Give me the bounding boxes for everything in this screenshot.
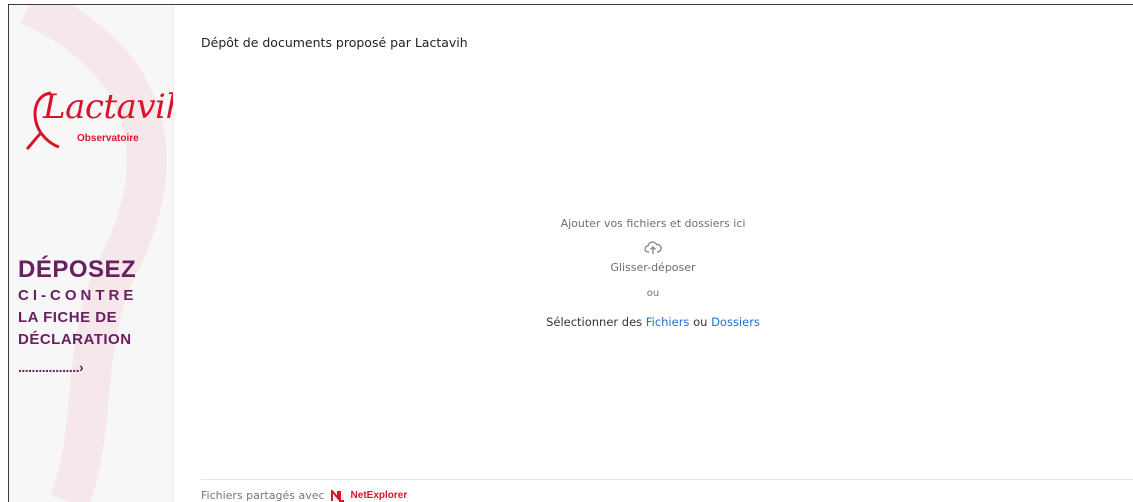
netexplorer-link[interactable]: NetExplorer <box>351 490 408 501</box>
footer: Fichiers partagés avec NetExplorer <box>201 489 407 502</box>
cloud-upload-icon <box>173 237 1133 259</box>
app-frame: Lactavih Observatoire DÉPOSEZ CI-CONTRE … <box>8 4 1133 502</box>
footer-divider <box>201 479 1133 480</box>
sidebar: Lactavih Observatoire DÉPOSEZ CI-CONTRE … <box>9 5 174 502</box>
promo-line-3: LA FICHE DE <box>18 309 118 326</box>
footer-shared-text: Fichiers partagés avec <box>201 489 325 502</box>
promo-line-1: DÉPOSEZ <box>18 256 137 283</box>
promo-block: DÉPOSEZ CI-CONTRE LA FICHE DE DÉCLARATIO… <box>18 255 137 375</box>
dropzone-heading: Ajouter vos fichiers et dossiers ici <box>560 217 746 230</box>
select-connector: ou <box>693 315 708 329</box>
promo-line-2: CI-CONTRE <box>18 287 138 304</box>
select-row: Sélectionner des Fichiers ou Dossiers <box>173 313 1133 331</box>
or-label: ou <box>646 288 660 299</box>
select-files-link[interactable]: Fichiers <box>646 315 690 329</box>
promo-line-4: DÉCLARATION <box>18 331 132 348</box>
select-prefix: Sélectionner des <box>546 315 643 329</box>
upload-dropzone[interactable]: Ajouter vos fichiers et dossiers ici Gli… <box>173 215 1133 331</box>
select-folders-link[interactable]: Dossiers <box>711 315 760 329</box>
main-content: Dépôt de documents proposé par Lactavih … <box>173 5 1133 502</box>
dotted-arrow-icon: ..................› <box>18 359 84 375</box>
logo-subtitle: Observatoire <box>77 133 139 144</box>
ribbon-background-icon <box>20 5 167 502</box>
netexplorer-logo-icon <box>330 489 344 502</box>
drag-drop-label: Glisser-déposer <box>610 261 696 274</box>
page-title: Dépôt de documents proposé par Lactavih <box>201 35 468 50</box>
logo-wordmark: Lactavih <box>43 87 174 127</box>
lactavih-logo: Lactavih Observatoire <box>23 87 173 157</box>
